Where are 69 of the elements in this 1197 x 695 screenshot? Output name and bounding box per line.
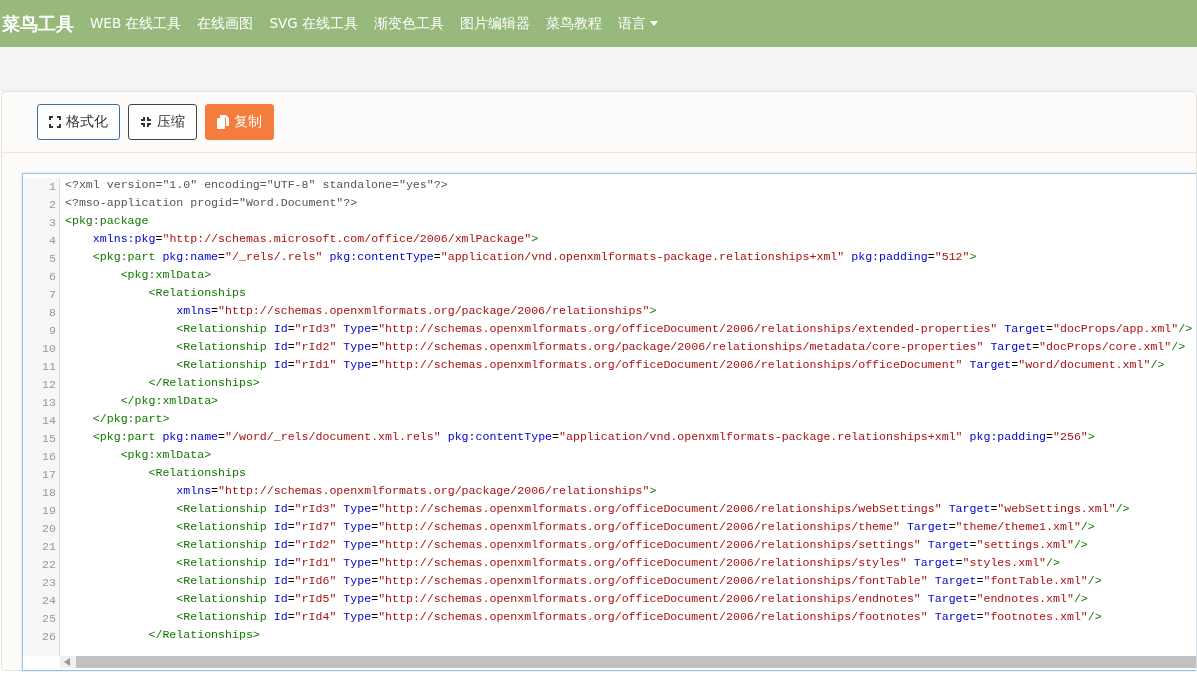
expand-icon [49,116,61,128]
nav-dropdown[interactable]: 语言 [610,14,666,33]
line-number: 3 [48,215,57,231]
nav-link[interactable]: 图片编辑器 [452,14,538,33]
line-number: 21 [41,539,57,555]
line-number: 15 [41,431,57,447]
line-number: 8 [48,305,57,321]
caret-icon [650,21,658,26]
line-number: 24 [41,593,57,609]
code-line: <pkg:package [65,214,149,227]
line-number: 19 [41,503,57,519]
code-line: xmlns:pkg="http://schemas.microsoft.com/office/2006/xmlPackage"> [91,232,539,245]
line-number: 7 [48,287,57,303]
code-line: <pkg:part pkg:name="/word/_rels/document.xml.rels" pkg:contentType="application/vnd.openxmlformats-package.relationships+xml" pkg:padding="256"> [91,430,1095,443]
code-line: <Relationship Id="rId3" Type="http://schemas.openxmlformats.org/officeDocument/2006/relationships/extended-properties" Target="docProps/app.xml"/> [175,322,1193,335]
code-line: </Relationships> [147,628,260,641]
code-line: </Relationships> [147,376,260,389]
code-line: <pkg:xmlData> [119,268,212,281]
line-number: 22 [41,557,57,573]
nav-link[interactable]: 菜鸟教程 [538,14,610,33]
line-number: 11 [41,359,57,375]
line-number: 4 [48,233,57,249]
line-number: 23 [41,575,57,591]
line-number: 25 [41,611,57,627]
copy-button[interactable]: 复制 [205,104,274,140]
format-button[interactable]: 格式化 [37,104,120,140]
line-number: 10 [41,341,57,357]
line-number: 18 [41,485,57,501]
line-number: 6 [48,269,57,285]
line-number: 9 [48,323,57,339]
scroll-left-icon[interactable] [64,658,70,666]
code-line: <Relationship Id="rId2" Type="http://schemas.openxmlformats.org/officeDocument/2006/relationships/settings" Target="settings.xml"/> [175,538,1088,551]
code-line: <Relationship Id="rId1" Type="http://schemas.openxmlformats.org/officeDocument/2006/relationships/styles" Target="styles.xml"/> [175,556,1060,569]
code-line: <Relationship Id="rId6" Type="http://schemas.openxmlformats.org/officeDocument/2006/relationships/fontTable" Target="fontTable.xml"/> [175,574,1102,587]
code-line: <Relationships [147,466,246,479]
line-number: 13 [41,395,57,411]
site-logo[interactable]: 菜鸟工具 [0,11,82,36]
code-line: <Relationship Id="rId7" Type="http://schemas.openxmlformats.org/officeDocument/2006/relationships/theme" Target="theme/theme1.xml"/> [175,520,1095,533]
nav-link[interactable]: 在线画图 [189,14,262,33]
code-line: <Relationship Id="rId2" Type="http://schemas.openxmlformats.org/package/2006/relationships/metadata/core-properties" Target="docProps/core.xml"/> [175,340,1186,353]
code-line: <Relationship Id="rId5" Type="http://schemas.openxmlformats.org/officeDocument/2006/relationships/endnotes" Target="endnotes.xml"/> [175,592,1088,605]
code-editor[interactable] [22,173,1196,671]
nav-link[interactable]: 渐变色工具 [366,14,452,33]
code-line: <pkg:part pkg:name="/_rels/.rels" pkg:contentType="application/vnd.openxmlformats-package.relationships+xml" pkg:padding="512"> [91,250,977,263]
copy-icon [217,115,229,129]
code-line: <Relationship Id="rId4" Type="http://schemas.openxmlformats.org/officeDocument/2006/relationships/footnotes" Target="footnotes.xml"/> [175,610,1102,623]
nav-link[interactable]: SVG 在线工具 [261,14,366,33]
code-line: <Relationship Id="rId1" Type="http://schemas.openxmlformats.org/officeDocument/2006/relationships/officeDocument" Target="word/document.xml"/> [175,358,1165,371]
code-line: </pkg:part> [91,412,170,425]
nav-link[interactable]: WEB 在线工具 [82,14,190,33]
line-number: 5 [48,251,57,267]
code-line: <Relationships [147,286,246,299]
line-number: 17 [41,467,57,483]
code-line: <pkg:xmlData> [119,448,212,461]
line-number: 1 [48,179,57,195]
code-line: <?mso-application progid="Word.Document"?> [65,196,358,209]
code-line: xmlns="http://schemas.openxmlformats.org/package/2006/relationships"> [175,304,657,317]
line-number: 14 [41,413,57,429]
code-line: <?xml version="1.0" encoding="UTF-8" standalone="yes"?> [65,178,448,191]
line-number: 12 [41,377,57,393]
code-line: xmlns="http://schemas.openxmlformats.org/package/2006/relationships"> [175,484,657,497]
line-number: 20 [41,521,57,537]
compress-icon [140,116,152,128]
line-number: 26 [41,629,57,645]
code-line: </pkg:xmlData> [119,394,219,407]
line-number: 16 [41,449,57,465]
compress-button[interactable]: 压缩 [128,104,197,140]
code-line: <Relationship Id="rId3" Type="http://schemas.openxmlformats.org/officeDocument/2006/relationships/webSettings" Target="webSettings.xml"/> [175,502,1130,515]
line-number: 2 [48,197,57,213]
